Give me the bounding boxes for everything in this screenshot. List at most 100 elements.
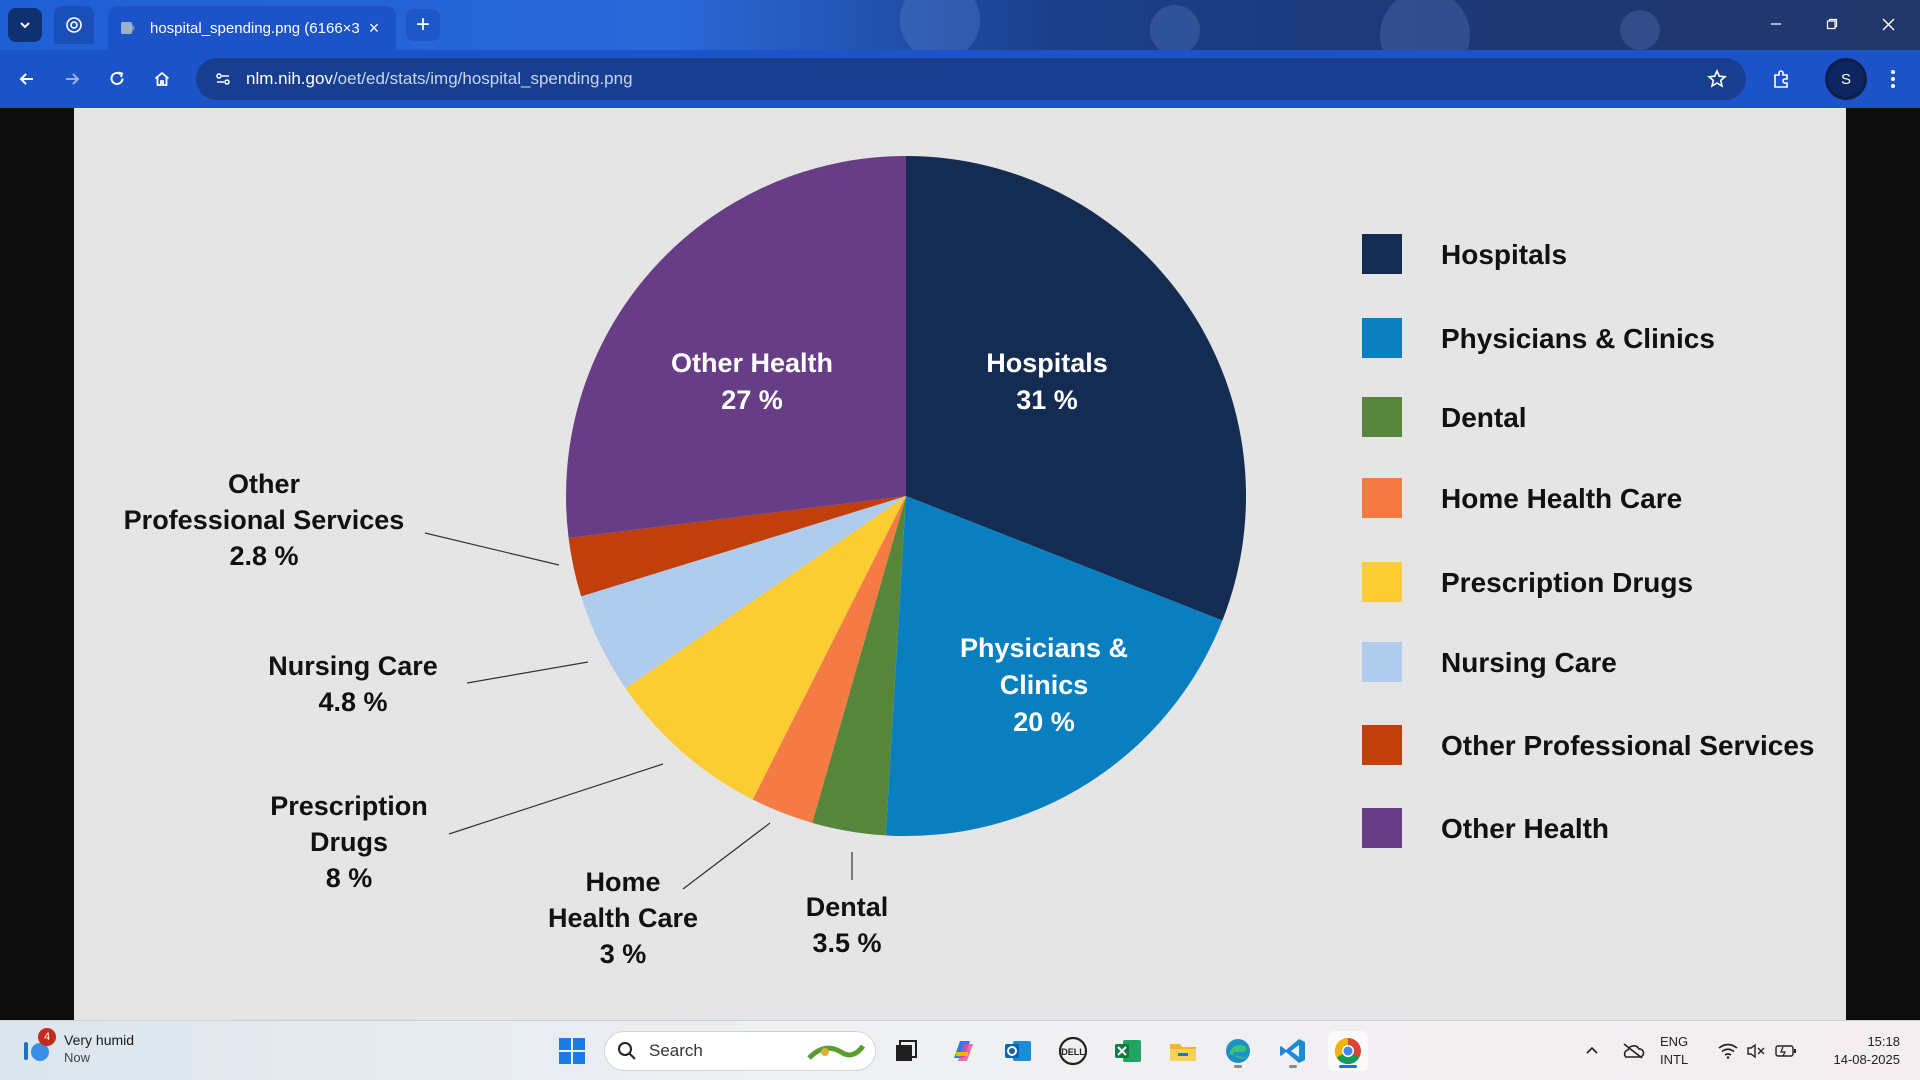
speaker-muted-icon [1747, 1043, 1765, 1059]
plus-icon: + [415, 11, 430, 38]
weather-condition: Very humid [64, 1032, 135, 1048]
battery-icon [1775, 1045, 1796, 1057]
onedrive-button[interactable] [1618, 1021, 1648, 1080]
wallpaper-bokeh [1620, 10, 1660, 50]
browser-menu-button[interactable] [1876, 62, 1910, 96]
extensions-icon [1774, 70, 1788, 88]
restore-button[interactable] [1812, 10, 1852, 38]
leader-line-home [682, 822, 771, 890]
legend-swatch-2 [1362, 397, 1402, 437]
callout-label-line: Prescription [270, 791, 428, 821]
legend-swatch-6 [1362, 725, 1402, 765]
forward-icon [66, 73, 80, 85]
legend-swatch-5 [1362, 642, 1402, 682]
battery-button[interactable] [1774, 1021, 1798, 1080]
chrome-button[interactable] [1328, 1031, 1368, 1071]
bookmark-button[interactable] [1702, 64, 1732, 94]
wallpaper-bokeh [1380, 0, 1470, 50]
forward-button[interactable] [55, 62, 89, 96]
menu-dots-icon [1891, 70, 1895, 88]
minimize-button[interactable] [1756, 10, 1796, 38]
callout-label-line: Other [228, 469, 301, 499]
callout-label-nursing: Nursing Care 4.8 % [268, 651, 438, 717]
legend-swatch-7 [1362, 808, 1402, 848]
chevron-up-icon [1586, 1046, 1598, 1054]
legend-swatch-1 [1362, 318, 1402, 358]
outlook-button[interactable] [998, 1031, 1038, 1071]
restore-icon [1826, 18, 1838, 30]
slice-label-line: 20 % [1013, 707, 1075, 737]
show-hidden-icons-button[interactable] [1580, 1021, 1604, 1080]
address-bar[interactable]: nlm.nih.gov/oet/ed/stats/img/hospital_sp… [196, 58, 1746, 100]
home-icon [154, 71, 170, 86]
copilot-icon [954, 1041, 973, 1061]
legend-swatch-4 [1362, 562, 1402, 602]
slice-label-line: Physicians & [960, 633, 1128, 663]
excel-button[interactable] [1108, 1031, 1148, 1071]
start-button[interactable] [552, 1031, 592, 1071]
new-tab-button[interactable]: + [406, 9, 440, 41]
reload-button[interactable] [100, 62, 134, 96]
back-button[interactable] [10, 62, 44, 96]
tab-search-button[interactable] [8, 8, 42, 42]
wifi-icon [1718, 1043, 1738, 1059]
callout-label-line: 3.5 % [812, 928, 881, 958]
copilot-button[interactable] [943, 1031, 983, 1071]
leader-line-rx [448, 763, 664, 835]
url-path: /oet/ed/stats/img/hospital_spending.png [332, 69, 633, 88]
active-tab[interactable]: hospital_spending.png (6166×3 × [108, 6, 396, 50]
site-info-button[interactable] [208, 64, 238, 94]
profile-avatar[interactable]: S [1828, 61, 1864, 97]
slice-label-line: Other Health [671, 348, 833, 378]
legend-label-6: Other Professional Services [1441, 730, 1815, 761]
file-explorer-button[interactable] [1163, 1031, 1203, 1071]
weather-widget[interactable]: 4 Very humid Now [20, 1028, 135, 1067]
clock[interactable]: 15:18 14-08-2025 [1810, 1033, 1901, 1069]
callout-label-rx: Prescription Drugs 8 % [270, 791, 428, 893]
legend-label-3: Home Health Care [1441, 483, 1682, 514]
weather-icon: 4 [20, 1028, 56, 1066]
close-icon[interactable]: × [364, 18, 384, 39]
excel-icon [1115, 1040, 1141, 1062]
search-highlight-icon [807, 1044, 866, 1060]
legend-label-2: Dental [1441, 402, 1527, 433]
extensions-button[interactable] [1764, 62, 1798, 96]
task-view-button[interactable] [886, 1031, 926, 1071]
legend-label-4: Prescription Drugs [1441, 567, 1693, 598]
volume-button[interactable] [1744, 1021, 1768, 1080]
pinned-tab-chatgpt[interactable] [54, 6, 94, 44]
callout-label-line: 3 % [600, 939, 647, 969]
back-icon [19, 73, 33, 85]
search-placeholder: Search [649, 1041, 703, 1060]
chatgpt-icon [66, 17, 82, 33]
url-text[interactable]: nlm.nih.gov/oet/ed/stats/img/hospital_sp… [246, 69, 633, 89]
window-close-icon [1882, 18, 1894, 30]
weather-time: Now [64, 1050, 91, 1065]
legend-label-1: Physicians & Clinics [1441, 323, 1715, 354]
window-close-button[interactable] [1868, 10, 1908, 38]
search-icon [618, 1042, 636, 1060]
task-view-icon [896, 1040, 917, 1061]
svg-text:DELL: DELL [1061, 1047, 1085, 1057]
input-language[interactable]: ENG INTL [1660, 1033, 1688, 1069]
pie-chart: Hospitals 31 % Other Health 27 % Physicians … [124, 156, 1815, 969]
reload-icon [110, 71, 124, 85]
network-button[interactable] [1716, 1021, 1740, 1080]
vscode-button[interactable] [1273, 1031, 1313, 1071]
callout-label-other_prof: Other Professional Services 2.8 % [124, 469, 405, 571]
callout-label-line: Nursing Care [268, 651, 438, 681]
edge-button[interactable] [1218, 1031, 1258, 1071]
callout-label-home: Home Health Care 3 % [548, 867, 698, 969]
callout-label-line: 4.8 % [318, 687, 387, 717]
slice-label-line: Clinics [1000, 670, 1089, 700]
home-button[interactable] [145, 62, 179, 96]
taskbar-search[interactable]: Search [604, 1031, 876, 1071]
edge-icon [1226, 1039, 1250, 1063]
page-viewport: Hospitals 31 % Other Health 27 % Physicians … [0, 108, 1920, 1020]
legend-swatch-3 [1362, 478, 1402, 518]
dell-button[interactable]: DELL [1053, 1031, 1093, 1071]
callout-label-line: Health Care [548, 903, 698, 933]
image-favicon-icon [121, 22, 135, 34]
wallpaper-bokeh [1150, 5, 1200, 50]
minimize-icon [1771, 23, 1781, 25]
